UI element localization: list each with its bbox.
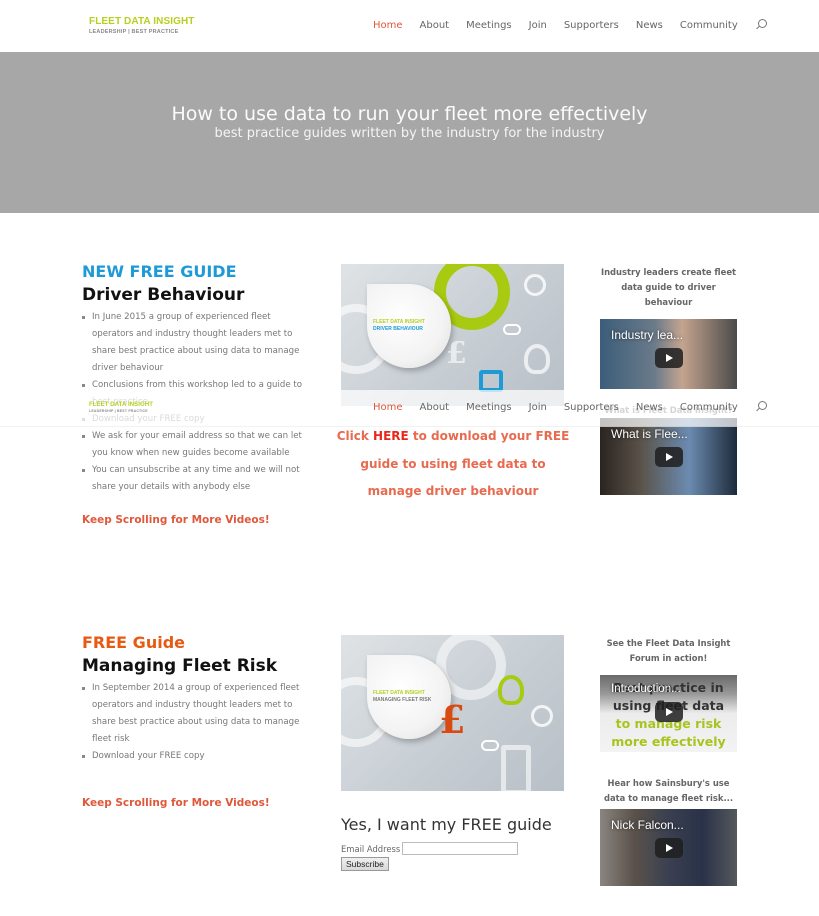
sticky-logo[interactable]: FLEET DATA INSIGHT LEADERSHIP | BEST PRA… — [89, 402, 153, 413]
email-label: Email Address — [341, 843, 401, 854]
video-title: Introduction... — [611, 683, 681, 695]
bullet-item: In June 2015 a group of experienced flee… — [82, 309, 307, 377]
guide-kicker: FREE Guide — [82, 633, 185, 652]
nav-home[interactable]: Home — [373, 402, 403, 413]
guide-bullets: In September 2014 a group of experienced… — [82, 680, 307, 765]
subscribe-form-title: Yes, I want my FREE guide — [341, 815, 552, 834]
guide-title: Driver Behaviour — [82, 285, 245, 305]
guide-kicker: NEW FREE GUIDE — [82, 262, 237, 281]
hero-banner: How to use data to run your fleet more e… — [0, 52, 819, 213]
video-player[interactable]: Industry lea... — [600, 319, 737, 389]
site-logo[interactable]: FLEET DATA INSIGHT LEADERSHIP | BEST PRA… — [89, 16, 195, 35]
bullet-item: In September 2014 a group of experienced… — [82, 680, 307, 748]
nav-about[interactable]: About — [420, 402, 450, 413]
nav-join[interactable]: Join — [529, 20, 547, 31]
driver-behaviour-cover-image[interactable]: FLEET DATA INSIGHT DRIVER BEHAVIOUR £ — [341, 264, 564, 406]
nav-supporters[interactable]: Supporters — [564, 20, 619, 31]
side-videos-1: Industry leaders create fleet data guide… — [600, 265, 737, 495]
logo-tagline: LEADERSHIP | BEST PRACTICE — [89, 29, 179, 35]
keep-scrolling-link[interactable]: Keep Scrolling for More Videos! — [82, 797, 270, 809]
nav-community[interactable]: Community — [680, 402, 738, 413]
play-icon[interactable] — [655, 447, 683, 467]
main-nav: Home About Meetings Join Supporters News… — [373, 19, 767, 31]
hero-title: How to use data to run your fleet more e… — [171, 103, 648, 125]
magnifier-icon — [524, 274, 546, 296]
bullet-item: We ask for your email address so that we… — [82, 428, 307, 462]
nav-home[interactable]: Home — [373, 20, 403, 31]
email-row: Email Address — [341, 842, 519, 855]
nav-news[interactable]: News — [636, 20, 663, 31]
video-player[interactable]: Best practice in using fleet data to man… — [600, 675, 737, 752]
search-icon[interactable] — [755, 401, 767, 413]
here-link[interactable]: HERE — [373, 429, 409, 443]
download-cta: Click HERE to download your FREE guide t… — [336, 429, 570, 498]
fuel-icon — [479, 370, 503, 392]
bullet-item: You can unsubscribe at any time and we w… — [82, 462, 307, 496]
cover-text: FLEET DATA INSIGHT MANAGING FLEET RISK — [373, 690, 432, 703]
play-icon[interactable] — [655, 702, 683, 722]
magnifier-icon — [531, 705, 553, 727]
email-input[interactable] — [402, 842, 519, 855]
pound-icon: £ — [439, 697, 466, 742]
fuel-pump-icon — [501, 745, 531, 791]
video-player[interactable]: Nick Falcon... — [600, 809, 737, 886]
guide-managing-fleet-risk: FREE Guide Managing Fleet Risk In Septem… — [82, 634, 307, 765]
nav-meetings[interactable]: Meetings — [466, 20, 512, 31]
sticky-header: FLEET DATA INSIGHT LEADERSHIP | BEST PRA… — [0, 390, 819, 427]
bulb-icon — [498, 675, 524, 705]
keep-scrolling-link[interactable]: Keep Scrolling for More Videos! — [82, 514, 270, 526]
video-title: Industry lea... — [611, 328, 684, 342]
sticky-nav: Home About Meetings Join Supporters News… — [373, 401, 767, 413]
side-videos-2: See the Fleet Data Insight Forum in acti… — [600, 636, 737, 886]
nav-about[interactable]: About — [420, 20, 450, 31]
site-header: FLEET DATA INSIGHT LEADERSHIP | BEST PRA… — [0, 0, 819, 52]
play-icon[interactable] — [655, 838, 683, 858]
bullet-item: Download your FREE copy — [82, 748, 307, 765]
video-caption: See the Fleet Data Insight Forum in acti… — [606, 638, 731, 663]
cloud-icon — [481, 740, 499, 751]
video-title: What is Flee... — [611, 427, 688, 441]
play-icon[interactable] — [655, 348, 683, 368]
nav-join[interactable]: Join — [529, 402, 547, 413]
guide-title: Managing Fleet Risk — [82, 656, 278, 676]
cover-text: FLEET DATA INSIGHT DRIVER BEHAVIOUR — [373, 319, 425, 332]
video-caption: Hear how Sainsbury's use data to manage … — [603, 778, 734, 803]
guide-driver-behaviour: NEW FREE GUIDE Driver Behaviour In June … — [82, 263, 307, 496]
nav-community[interactable]: Community — [680, 20, 738, 31]
logo-title: FLEET DATA INSIGHT — [89, 16, 195, 27]
fleet-risk-cover-image[interactable]: FLEET DATA INSIGHT MANAGING FLEET RISK £ — [341, 635, 564, 791]
video-player[interactable]: What is Flee... — [600, 418, 737, 495]
pound-icon: £ — [446, 336, 467, 371]
search-icon[interactable] — [755, 19, 767, 31]
hero-subtitle: best practice guides written by the indu… — [214, 126, 605, 141]
video-title: Nick Falcon... — [611, 818, 684, 832]
nav-supporters[interactable]: Supporters — [564, 402, 619, 413]
subscribe-button[interactable]: Subscribe — [341, 857, 389, 871]
nav-news[interactable]: News — [636, 402, 663, 413]
cloud-icon — [503, 324, 521, 335]
video-caption: Industry leaders create fleet data guide… — [600, 267, 737, 307]
nav-meetings[interactable]: Meetings — [466, 402, 512, 413]
bulb-icon — [524, 344, 550, 374]
